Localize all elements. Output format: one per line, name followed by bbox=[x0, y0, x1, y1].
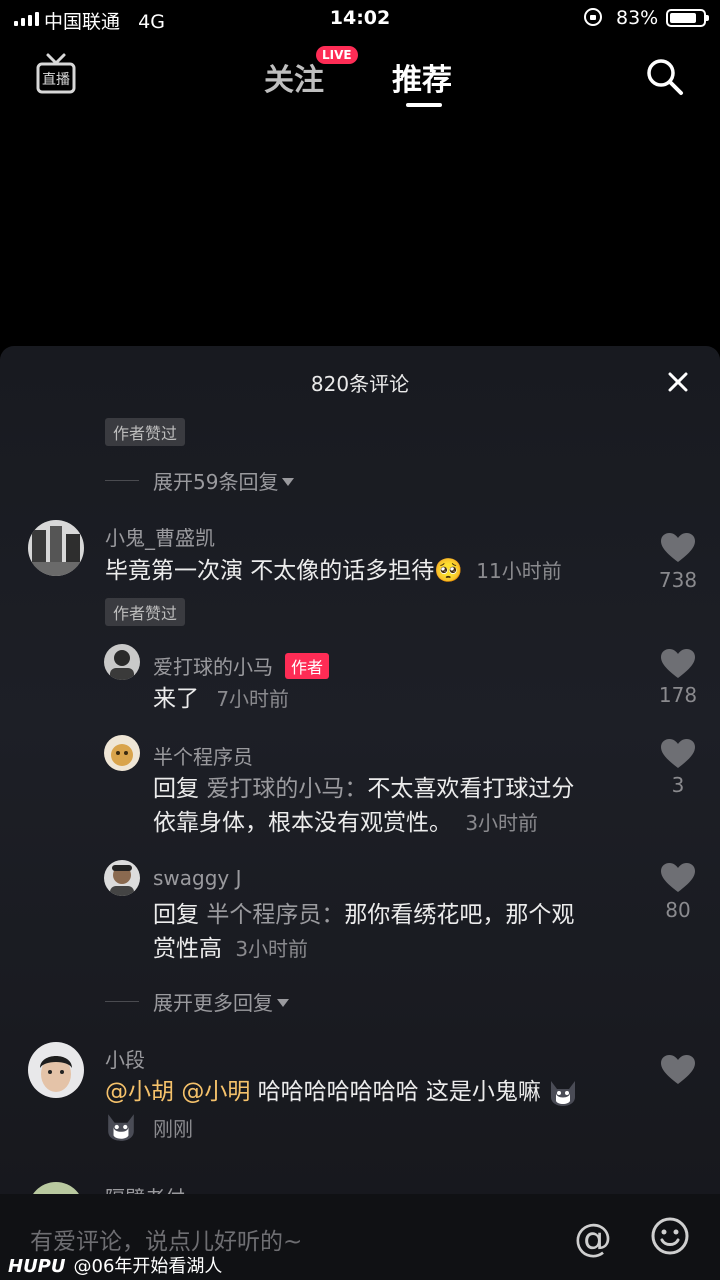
mention-link[interactable]: @小明 bbox=[181, 1079, 250, 1105]
comments-sheet: 820条评论 作者赞过 展开59条回复 小鬼_曹盛凯 毕竟第一次演 不太像的话多… bbox=[0, 346, 720, 1280]
heart-icon[interactable] bbox=[660, 648, 696, 680]
comment-author[interactable]: 小鬼_曹盛凯 bbox=[105, 522, 215, 551]
avatar-image bbox=[28, 520, 84, 576]
orientation-lock-icon bbox=[584, 8, 602, 26]
avatar-image bbox=[28, 1042, 84, 1098]
watermark-brand: HUPU bbox=[8, 1256, 66, 1277]
reply-time: 3小时前 bbox=[235, 937, 309, 961]
reply-author-row: 爱打球的小马 作者 bbox=[153, 651, 330, 680]
heart-icon[interactable] bbox=[660, 738, 696, 770]
like-count: 80 bbox=[665, 898, 691, 922]
husky-emoji-icon bbox=[551, 1080, 576, 1106]
tab-recommend[interactable]: 推荐 bbox=[392, 55, 452, 99]
status-bar: 中国联通 4G 14:02 83% bbox=[0, 0, 720, 36]
comment-text: 毕竟第一次演 不太像的话多担待🥺 11小时前 bbox=[105, 554, 562, 588]
comment-author[interactable]: 小段 bbox=[105, 1044, 145, 1073]
battery-percent: 83% bbox=[616, 7, 659, 29]
reply-body-continued: 依靠身体，根本没有观赏性。 bbox=[153, 810, 452, 836]
reply-text: 来了 7小时前 bbox=[153, 682, 289, 716]
expand-replies-label: 展开59条回复 bbox=[153, 470, 279, 494]
reply-body: 不太喜欢看打球过分 bbox=[367, 776, 575, 802]
reply-line-2: 赏性高 3小时前 bbox=[153, 932, 643, 966]
watermark-text: @06年开始看湖人 bbox=[73, 1256, 223, 1277]
at-mention-icon[interactable]: @ bbox=[574, 1216, 612, 1260]
avatar-image bbox=[104, 860, 140, 896]
expand-more-replies-button[interactable]: 展开更多回复 bbox=[105, 987, 289, 1016]
reply-body: 来了 bbox=[153, 686, 199, 712]
comment-time: 刚刚 bbox=[153, 1116, 193, 1141]
comment-input[interactable]: 有爱评论，说点儿好听的~ bbox=[30, 1222, 302, 1256]
comment-meta: 刚刚 bbox=[105, 1112, 193, 1142]
pleading-face-emoji: 🥺 bbox=[434, 558, 463, 584]
mention-link[interactable]: @小胡 bbox=[105, 1079, 174, 1105]
close-icon[interactable] bbox=[664, 368, 692, 396]
expand-more-label: 展开更多回复 bbox=[153, 991, 273, 1015]
clock: 14:02 bbox=[329, 7, 391, 29]
author-liked-tag: 作者赞过 bbox=[105, 418, 186, 446]
author-liked-tag: 作者赞过 bbox=[105, 598, 186, 626]
avatar[interactable] bbox=[28, 520, 84, 576]
chevron-down-icon bbox=[277, 998, 289, 1007]
comment-body: 哈哈哈哈哈哈哈 这是小鬼嘛 bbox=[257, 1079, 541, 1105]
heart-icon[interactable] bbox=[660, 532, 696, 564]
reply-prefix: 回复 bbox=[153, 902, 199, 928]
avatar-image bbox=[104, 735, 140, 771]
smile-icon[interactable] bbox=[650, 1216, 690, 1256]
author-badge: 作者 bbox=[285, 652, 330, 679]
heart-icon[interactable] bbox=[660, 862, 696, 894]
active-tab-indicator bbox=[406, 103, 442, 107]
comment-text: @小胡 @小明 哈哈哈哈哈哈哈 这是小鬼嘛 bbox=[105, 1075, 645, 1109]
like-count: 178 bbox=[658, 683, 698, 707]
reply-line-1: 回复 半个程序员：那你看绣花吧，那个观 bbox=[153, 898, 643, 932]
tab-follow[interactable]: 关注 bbox=[264, 55, 324, 99]
reply-line-1: 回复 爱打球的小马：不太喜欢看打球过分 bbox=[153, 772, 643, 806]
comment-body: 毕竟第一次演 不太像的话多担待 bbox=[105, 558, 435, 584]
husky-emoji-icon bbox=[108, 1114, 134, 1141]
reply-author[interactable]: 爱打球的小马 bbox=[153, 651, 273, 680]
avatar[interactable] bbox=[28, 1042, 84, 1098]
avatar-image bbox=[104, 644, 140, 680]
comment-time: 11小时前 bbox=[476, 559, 562, 583]
reply-target[interactable]: 爱打球的小马： bbox=[206, 776, 367, 802]
search-icon[interactable] bbox=[644, 56, 684, 96]
reply-target[interactable]: 半个程序员： bbox=[206, 902, 344, 928]
reply-prefix: 回复 bbox=[153, 776, 199, 802]
reply-body-continued: 赏性高 bbox=[153, 936, 222, 962]
reply-author[interactable]: 半个程序员 bbox=[153, 741, 253, 770]
reply-body: 那你看绣花吧，那个观 bbox=[344, 902, 575, 928]
heart-icon[interactable] bbox=[660, 1054, 696, 1086]
avatar[interactable] bbox=[104, 644, 140, 680]
battery-icon bbox=[666, 9, 709, 27]
like-count: 738 bbox=[658, 568, 698, 592]
reply-author[interactable]: swaggy J bbox=[153, 866, 242, 890]
live-badge: LIVE bbox=[316, 46, 358, 64]
watermark: HUPU @06年开始看湖人 bbox=[8, 1252, 222, 1278]
reply-time: 7小时前 bbox=[216, 687, 290, 711]
expand-replies-button[interactable]: 展开59条回复 bbox=[105, 466, 295, 495]
svg-text:直播: 直播 bbox=[42, 71, 70, 88]
avatar[interactable] bbox=[104, 860, 140, 896]
reply-text: 回复 爱打球的小马：不太喜欢看打球过分 依靠身体，根本没有观赏性。 3小时前 bbox=[153, 772, 643, 840]
live-broadcast-icon[interactable]: 直播 bbox=[34, 52, 78, 96]
reply-time: 3小时前 bbox=[465, 811, 539, 835]
like-count: 3 bbox=[671, 773, 685, 797]
reply-line-2: 依靠身体，根本没有观赏性。 3小时前 bbox=[153, 806, 643, 840]
comments-count-title: 820条评论 bbox=[310, 372, 410, 396]
reply-text: 回复 半个程序员：那你看绣花吧，那个观 赏性高 3小时前 bbox=[153, 898, 643, 966]
chevron-down-icon bbox=[282, 477, 295, 486]
avatar[interactable] bbox=[104, 735, 140, 771]
